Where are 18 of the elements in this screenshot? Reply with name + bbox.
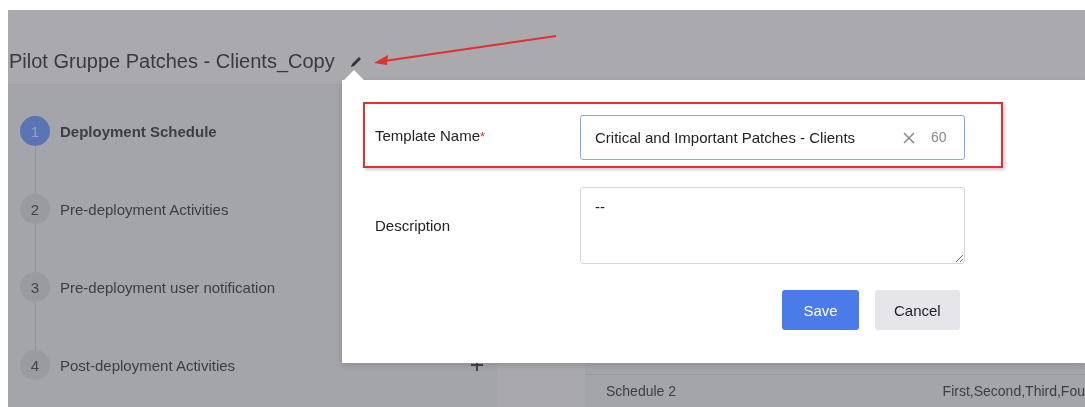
step-number: 4	[20, 350, 50, 380]
description-field[interactable]: --	[580, 187, 965, 264]
step-number: 2	[20, 194, 50, 224]
field-label: Template Name*	[375, 126, 487, 144]
step-label[interactable]: Pre-deployment user notification	[60, 278, 276, 296]
character-counter: 60	[931, 129, 947, 145]
step-number: 3	[20, 272, 50, 302]
page-title: Pilot Gruppe Patches - Clients_Copy	[9, 50, 335, 73]
field-label: Description	[375, 216, 452, 234]
step-label[interactable]: Post-deployment Activities	[60, 356, 236, 374]
step-label[interactable]: Pre-deployment Activities	[60, 200, 229, 218]
clear-icon[interactable]	[903, 132, 915, 144]
step-label[interactable]: Deployment Schedule	[60, 122, 217, 140]
table-cell: Schedule 2	[606, 383, 677, 399]
save-button[interactable]: Save	[782, 290, 859, 330]
cancel-button[interactable]: Cancel	[875, 290, 960, 330]
table-cell: First,Second,Third,Fou	[942, 383, 1085, 399]
pencil-icon[interactable]	[348, 55, 363, 69]
